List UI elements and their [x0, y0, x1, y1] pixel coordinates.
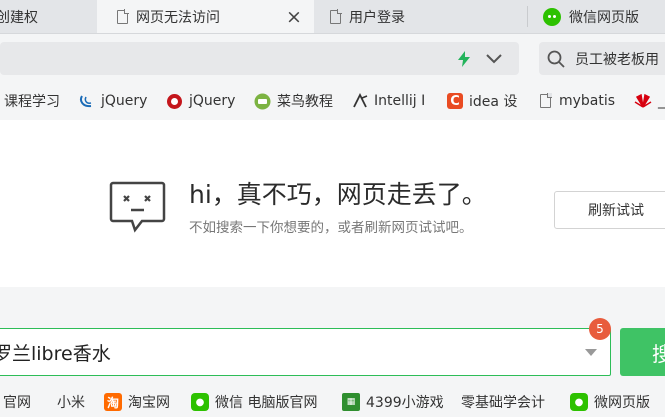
bookmark-label: Intellij I — [374, 93, 426, 109]
tab-label: 微信网页版 — [569, 9, 639, 26]
notification-badge: 5 — [589, 318, 611, 340]
bookmark-label: 菜鸟教程 — [277, 94, 333, 110]
tab-label: 创建权 — [0, 9, 38, 26]
bookmark-label: idea 设 — [469, 94, 518, 110]
search-text: 员工被老板用 — [575, 51, 659, 68]
bookmark-huawei[interactable]: _ — [634, 86, 665, 116]
search-input[interactable]: 罗兰libre香水 — [0, 328, 611, 376]
bookmark-intellij[interactable]: Intellij I — [352, 86, 432, 116]
quick-link-accounting[interactable]: 零基础学会计 — [461, 388, 545, 416]
quick-link-label: 4399小游戏 — [366, 395, 444, 411]
bookmark-label: jQuery — [101, 93, 148, 109]
bookmark-idea[interactable]: C idea 设 — [447, 86, 525, 116]
address-bar[interactable] — [0, 42, 519, 75]
bookmark-jquery[interactable]: jQuery — [79, 86, 159, 116]
page-icon — [117, 8, 129, 24]
quick-link-4399[interactable]: ▦ 4399小游戏 — [342, 388, 444, 416]
error-title: hi，真不巧，网页走丢了。 — [189, 180, 487, 209]
search-button[interactable]: 搜 — [620, 328, 665, 376]
chevron-down-icon[interactable] — [486, 54, 502, 64]
4399-icon: ▦ — [342, 393, 360, 411]
quick-link-official[interactable]: 官网 — [3, 388, 31, 416]
huawei-icon — [634, 93, 652, 108]
dropdown-arrow-icon[interactable] — [585, 349, 597, 356]
bookmark-label: _ — [658, 93, 665, 109]
bookmark-label: 课程学习 — [4, 94, 60, 110]
quick-link-label: 微网页版 — [594, 395, 650, 411]
bookmark-mybatis[interactable]: mybatis — [540, 86, 620, 116]
search-icon — [547, 50, 565, 68]
bookmark-label: mybatis — [559, 93, 616, 109]
quick-link-wechat-pc[interactable]: ● 微信 电脑版官网 — [191, 388, 317, 416]
quick-link-label: 零基础学会计 — [461, 395, 545, 411]
bookmark-jquery-2[interactable]: jQuery — [166, 86, 238, 116]
quick-link-label: 小米 — [57, 395, 85, 411]
tab-label: 网页无法访问 — [136, 9, 220, 26]
jquery-icon — [80, 95, 92, 108]
wechat-icon — [543, 7, 561, 26]
refresh-button[interactable]: 刷新试试 — [554, 191, 665, 229]
tab-label: 用户登录 — [349, 9, 405, 26]
quick-link-xiaomi[interactable]: 小米 — [57, 388, 85, 416]
bookmark-runoob[interactable]: 菜鸟教程 — [254, 86, 338, 116]
error-subtitle: 不如搜索一下你想要的，或者刷新网页试试吧。 — [189, 220, 473, 236]
search-query: 罗兰libre香水 — [0, 342, 111, 365]
tab-user-login[interactable]: 用户登录 — [314, 0, 528, 33]
tab-wechat-web[interactable]: 微信网页版 — [528, 0, 665, 33]
bookmark-course[interactable]: 课程学习 — [4, 86, 74, 116]
taobao-icon: 淘 — [104, 393, 122, 411]
broken-page-icon — [109, 181, 166, 233]
page-icon — [540, 93, 552, 108]
quick-link-label: 微信 电脑版官网 — [215, 395, 318, 411]
jquery-red-icon — [167, 93, 182, 109]
wechat-icon: ● — [191, 393, 209, 411]
quick-link-label: 淘宝网 — [128, 395, 170, 411]
quick-link-wechat-web[interactable]: ● 微网页版 — [570, 388, 650, 416]
quick-link-taobao[interactable]: 淘 淘宝网 — [104, 388, 170, 416]
page-icon — [330, 8, 342, 24]
quick-link-label: 官网 — [3, 395, 31, 411]
bookmark-label: jQuery — [189, 93, 236, 109]
tab-page-unreachable[interactable]: 网页无法访问 × — [97, 0, 314, 33]
search-box[interactable]: 员工被老板用 — [539, 42, 665, 75]
wechat-icon: ● — [570, 393, 588, 411]
intellij-icon — [353, 93, 368, 108]
close-tab-icon[interactable]: × — [286, 6, 302, 28]
lightning-icon[interactable] — [457, 51, 471, 67]
tab-create[interactable]: 创建权 — [0, 0, 97, 33]
runoob-icon — [254, 93, 271, 109]
c-icon: C — [447, 93, 463, 109]
